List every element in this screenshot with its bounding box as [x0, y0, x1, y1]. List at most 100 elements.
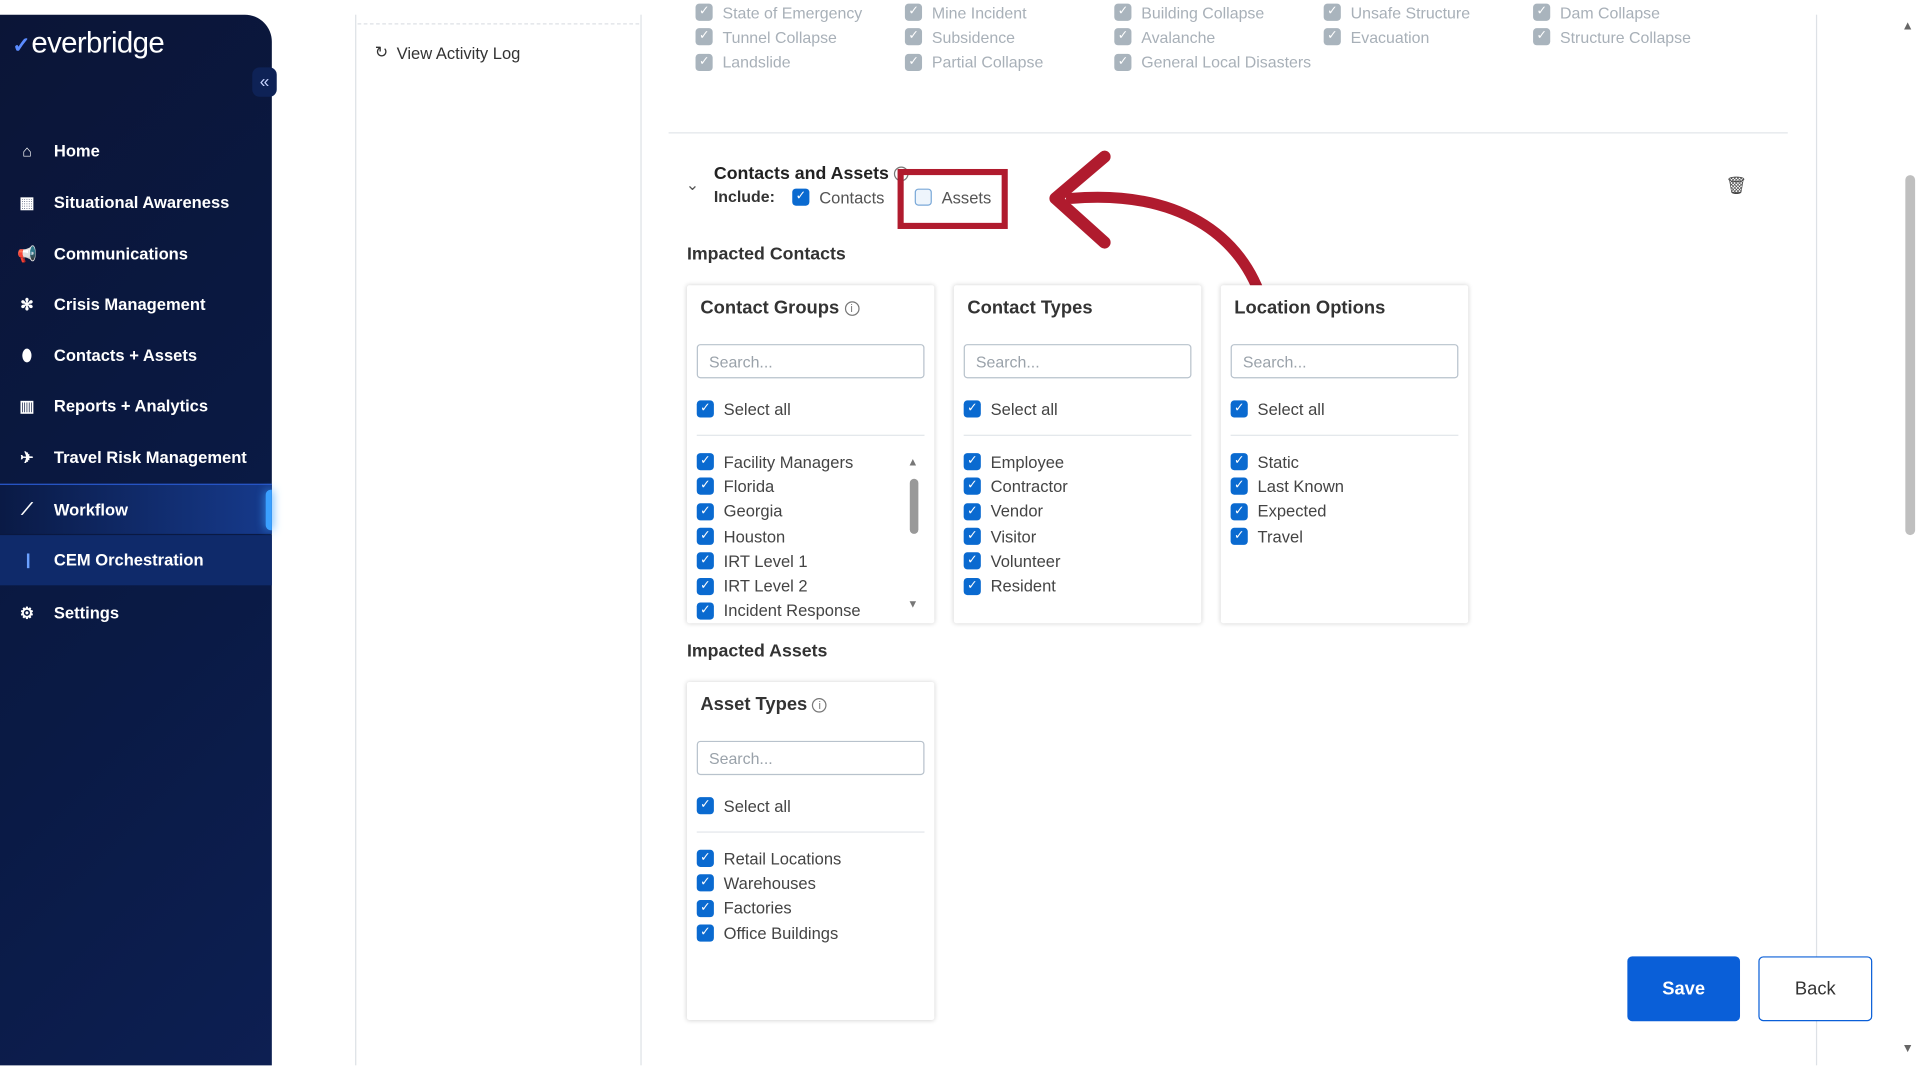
list-item-checkbox[interactable]: ✓ Travel — [1230, 524, 1344, 549]
collapse-chevron-icon[interactable]: ⌄ — [686, 175, 699, 195]
checkbox-checked-icon: ✓ — [963, 400, 981, 418]
divider — [696, 831, 925, 833]
list-item-checkbox[interactable]: ✓ Georgia — [696, 499, 861, 524]
list-item-checkbox[interactable]: ✓ Last Known — [1230, 474, 1344, 499]
sidebar-item-settings[interactable]: ⚙ Settings — [0, 588, 272, 638]
select-all-checkbox[interactable]: ✓ Select all — [1230, 397, 1325, 422]
select-all-checkbox[interactable]: ✓ Select all — [696, 397, 791, 422]
everbridge-logo: ✓everbridge — [12, 26, 165, 61]
select-all-checkbox[interactable]: ✓ Select all — [696, 793, 791, 818]
section-title: Contacts and Assets i — [714, 164, 909, 184]
checkbox-checked-icon: ✓ — [1114, 28, 1132, 46]
sidebar-item-label: Workflow — [53, 500, 128, 519]
list-item-checkbox[interactable]: ✓ IRT Level 2 — [696, 574, 861, 599]
list-item-checkbox[interactable]: ✓ Resident — [963, 574, 1068, 599]
contact-types-search-input[interactable] — [963, 344, 1192, 379]
sidebar-item-crisis-management[interactable]: ✻ Crisis Management — [0, 279, 272, 329]
sidebar-item-reports-analytics[interactable]: ▥ Reports + Analytics — [0, 381, 272, 431]
gear-icon: ⚙ — [19, 603, 35, 622]
scrollbar-thumb[interactable] — [1905, 175, 1916, 536]
include-contacts-checkbox[interactable]: ✓ Contacts — [792, 185, 884, 210]
asset-types-card: Asset Types i ✓Select all ✓Retail Locati… — [686, 682, 935, 1021]
sidebar-item-label: Reports + Analytics — [53, 396, 209, 416]
incident-type-checkbox[interactable]: ✓ Unsafe Structure — [1323, 0, 1532, 24]
location-options-search-input[interactable] — [1230, 344, 1459, 379]
checkbox-checked-icon: ✓ — [963, 552, 981, 570]
checkbox-checked-icon: ✓ — [1230, 400, 1248, 418]
sidebar-item-contacts-assets[interactable]: ⬮ Contacts + Assets — [0, 331, 272, 381]
incident-type-checkbox[interactable]: ✓ Structure Collapse — [1533, 25, 1741, 49]
incident-type-checkbox[interactable]: ✓ General Local Disasters — [1114, 50, 1322, 74]
checkbox-checked-icon: ✓ — [696, 602, 714, 620]
checkbox-checked-icon: ✓ — [1230, 453, 1248, 471]
crisis-icon: ✻ — [20, 294, 34, 313]
list-item-checkbox[interactable]: ✓ Incident Response — [696, 599, 861, 624]
sidebar-item-travel-risk-management[interactable]: ✈ Travel Risk Management — [0, 432, 272, 482]
list-item-checkbox[interactable]: ✓ Vendor — [963, 499, 1068, 524]
list-item-checkbox[interactable]: ✓ Retail Locations — [696, 846, 841, 871]
line-chart-icon: ⟋ — [21, 499, 33, 518]
view-activity-log-link[interactable]: ↻ View Activity Log — [375, 43, 521, 63]
list-item-checkbox[interactable]: ✓ Warehouses — [696, 871, 842, 896]
list-item-checkbox[interactable]: ✓ Office Buildings — [696, 921, 842, 946]
checkbox-checked-icon: ✓ — [1533, 3, 1551, 21]
sidebar-item-communications[interactable]: 📢 Communications — [0, 229, 272, 279]
annotation-highlight-box — [897, 168, 1008, 229]
scroll-up-icon[interactable]: ▲ — [1902, 20, 1914, 33]
collapse-sidebar-button[interactable]: « — [252, 67, 277, 97]
trash-icon[interactable]: 🗑 — [1725, 175, 1747, 196]
sidebar-item-workflow[interactable]: ⟋ Workflow — [0, 483, 272, 534]
sidebar-item-label: Settings — [53, 603, 120, 623]
incident-type-checkbox[interactable]: ✓ Avalanche — [1114, 25, 1322, 49]
list-scroll-down-icon[interactable]: ▼ — [907, 598, 918, 610]
list-item-checkbox[interactable]: ✓ Expected — [1230, 499, 1344, 524]
list-item-checkbox[interactable]: ✓ Visitor — [963, 524, 1068, 549]
incident-type-checkbox[interactable]: ✓ State of Emergency — [695, 0, 904, 24]
list-item-checkbox[interactable]: ✓ Employee — [963, 449, 1068, 474]
incident-type-checkbox[interactable]: ✓ Dam Collapse — [1533, 0, 1741, 24]
checkbox-checked-icon: ✓ — [963, 502, 981, 521]
sidebar-item-cem-orchestration[interactable]: CEM Orchestration — [0, 535, 272, 586]
incident-type-checkbox[interactable]: ✓ Subsidence — [904, 25, 1113, 49]
list-item-checkbox[interactable]: ✓ IRT Level 1 — [696, 549, 861, 574]
checkbox-checked-icon: ✓ — [963, 478, 981, 496]
home-icon: ⌂ — [22, 142, 32, 161]
sidebar-item-situational-awareness[interactable]: ▦ Situational Awareness — [0, 178, 272, 228]
checkbox-checked-icon: ✓ — [695, 28, 713, 46]
sidebar-item-label: Home — [53, 142, 100, 161]
incident-type-checkbox[interactable]: ✓ Partial Collapse — [904, 50, 1113, 74]
checkbox-checked-icon: ✓ — [1230, 502, 1248, 521]
sidebar-item-label: Contacts + Assets — [53, 346, 198, 365]
sidebar-item-home[interactable]: ⌂ Home — [0, 126, 272, 176]
sidebar-item-label: Communications — [53, 244, 188, 264]
incident-type-checkbox[interactable]: ✓ Landslide — [695, 50, 904, 74]
list-item-checkbox[interactable]: ✓ Contractor — [963, 474, 1068, 499]
sidebar-item-label: CEM Orchestration — [53, 551, 204, 570]
checkbox-checked-icon: ✓ — [904, 53, 923, 71]
checkbox-checked-icon: ✓ — [1323, 3, 1341, 21]
list-item-checkbox[interactable]: ✓ Houston — [696, 524, 861, 549]
list-item-checkbox[interactable]: ✓ Static — [1230, 449, 1344, 474]
incident-type-checkbox[interactable]: ✓ Evacuation — [1323, 25, 1532, 49]
list-item-checkbox[interactable]: ✓ Facility Managers — [696, 449, 861, 474]
card-title: Contact Types — [967, 297, 1093, 319]
incident-type-checkbox[interactable]: ✓ Mine Incident — [904, 0, 1113, 24]
checkbox-checked-icon: ✓ — [1323, 28, 1341, 46]
asset-types-search-input[interactable] — [696, 740, 925, 776]
checkbox-checked-icon: ✓ — [696, 552, 714, 570]
list-item-checkbox[interactable]: ✓ Volunteer — [963, 549, 1068, 574]
select-all-checkbox[interactable]: ✓ Select all — [963, 397, 1058, 422]
list-scrollbar-thumb[interactable] — [909, 478, 919, 534]
back-button[interactable]: Back — [1758, 956, 1873, 1022]
list-item-checkbox[interactable]: ✓ Factories — [696, 896, 842, 921]
checkbox-checked-icon: ✓ — [1230, 527, 1248, 545]
divider — [696, 434, 925, 436]
list-scroll-up-icon[interactable]: ▲ — [907, 456, 918, 468]
scroll-down-icon[interactable]: ▼ — [1902, 1042, 1914, 1055]
list-item-checkbox[interactable]: ✓ Florida — [696, 474, 861, 499]
incident-type-checkbox[interactable]: ✓ Tunnel Collapse — [695, 25, 904, 49]
checkbox-checked-icon: ✓ — [696, 453, 714, 471]
save-button[interactable]: Save — [1627, 956, 1741, 1022]
contact-groups-search-input[interactable] — [696, 344, 925, 379]
incident-type-checkbox[interactable]: ✓ Building Collapse — [1114, 0, 1322, 24]
